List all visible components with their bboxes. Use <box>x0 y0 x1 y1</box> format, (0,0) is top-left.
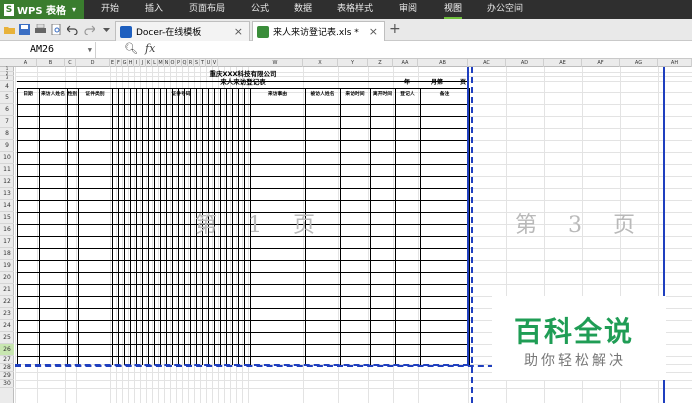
redo-icon[interactable] <box>84 24 95 35</box>
row-header-4[interactable]: 4 <box>0 81 14 92</box>
tab-visitor-register[interactable]: 来人来访登记表.xls * × <box>252 21 385 41</box>
save-icon[interactable] <box>19 24 30 35</box>
column-header-aa[interactable]: AA <box>393 59 418 67</box>
cell-reference: AM26 <box>30 44 55 55</box>
tab-label: 来人来访登记表.xls * <box>273 28 359 38</box>
row-header-27[interactable]: 27 <box>0 356 14 364</box>
chevron-down-icon: ▾ <box>72 5 77 14</box>
column-header-ab[interactable]: AB <box>418 59 468 67</box>
row-header-bar: 1 2 3 4 5 6 7 8 9 10 11 12 13 14 15 16 17 18 19 20 21 22 23 24 2… <box>0 66 14 403</box>
close-icon[interactable]: × <box>369 25 378 38</box>
row-header-7[interactable]: 7 <box>0 116 14 128</box>
row-header-12[interactable]: 12 <box>0 176 14 188</box>
wps-window: S WPS 表格 ▾ 开始 插入 页面布局 公式 数据 表格样式 审阅 视图 办… <box>0 0 692 403</box>
close-icon[interactable]: × <box>234 25 243 38</box>
row-header-9[interactable]: 9 <box>0 140 14 152</box>
menu-view[interactable]: 视图 <box>444 0 463 19</box>
row-header-25[interactable]: 25 <box>0 332 14 344</box>
print-icon[interactable] <box>35 24 46 35</box>
undo-icon[interactable] <box>67 24 78 35</box>
menu-bar: S WPS 表格 ▾ 开始 插入 页面布局 公式 数据 表格样式 审阅 视图 办… <box>0 0 692 19</box>
menu-page-layout[interactable]: 页面布局 <box>189 0 225 19</box>
row-header-30[interactable]: 30 <box>0 380 14 388</box>
docer-icon <box>120 25 132 38</box>
column-header-af[interactable]: AF <box>582 59 620 67</box>
open-folder-icon[interactable] <box>4 24 15 35</box>
row-header-20[interactable]: 20 <box>0 272 14 284</box>
row-header-11[interactable]: 11 <box>0 164 14 176</box>
menu-review[interactable]: 审阅 <box>399 0 417 19</box>
column-header-d[interactable]: D <box>76 59 110 67</box>
row-header-26[interactable]: 26 <box>0 343 14 356</box>
menu-table-style[interactable]: 表格样式 <box>337 0 373 19</box>
row-header-16[interactable]: 16 <box>0 224 14 236</box>
brand-watermark: 百科全说 助你轻松解决 <box>492 296 666 380</box>
row-header-24[interactable]: 24 <box>0 320 14 332</box>
chevron-down-icon[interactable]: ▼ <box>88 42 92 58</box>
name-box[interactable]: AM26 ▼ <box>0 42 96 58</box>
menu-start[interactable]: 开始 <box>101 0 119 19</box>
app-name: WPS 表格 <box>17 6 67 17</box>
wps-logo-icon: S <box>4 3 14 16</box>
column-header-ad[interactable]: AD <box>506 59 544 67</box>
app-menu-button[interactable]: S WPS 表格 ▾ <box>0 0 84 19</box>
tab-docer-templates[interactable]: Docer-在线模板 × <box>115 21 250 41</box>
column-header-b[interactable]: B <box>37 59 65 67</box>
row-header-19[interactable]: 19 <box>0 260 14 272</box>
new-tab-button[interactable]: + <box>389 21 401 37</box>
row-header-21[interactable]: 21 <box>0 284 14 296</box>
row-header-6[interactable]: 6 <box>0 104 14 116</box>
column-header-ac[interactable]: AC <box>468 59 506 67</box>
row-header-5[interactable]: 5 <box>0 92 14 104</box>
print-preview-icon[interactable] <box>51 24 62 35</box>
column-header-w[interactable]: W <box>248 59 303 67</box>
row-header-13[interactable]: 13 <box>0 188 14 200</box>
brand-subtitle: 助你轻松解决 <box>524 353 626 369</box>
row-header-8[interactable]: 8 <box>0 128 14 140</box>
row-header-18[interactable]: 18 <box>0 248 14 260</box>
column-header-ah[interactable]: AH <box>658 59 692 67</box>
row-header-15[interactable]: 15 <box>0 212 14 224</box>
brand-title: 百科全说 <box>514 315 635 348</box>
column-header-x[interactable]: X <box>303 59 338 67</box>
page-break-line <box>471 67 473 403</box>
tab-label: Docer-在线模板 <box>136 28 202 38</box>
column-header-v[interactable]: V <box>212 59 218 67</box>
page-break-border <box>15 67 469 366</box>
row-header-28[interactable]: 28 <box>0 364 14 372</box>
menu-data[interactable]: 数据 <box>294 0 312 19</box>
menu-office-space[interactable]: 办公空间 <box>487 0 523 19</box>
column-header-ae[interactable]: AE <box>544 59 582 67</box>
menu-insert[interactable]: 插入 <box>145 0 163 19</box>
page-watermark-3: 第 3 页 <box>515 213 647 238</box>
row-header-10[interactable]: 10 <box>0 152 14 164</box>
zoom-search-icon[interactable]: 🔍︎ <box>124 42 138 55</box>
formula-bar: AM26 ▼ 🔍︎ fx <box>0 41 692 59</box>
row-header-14[interactable]: 14 <box>0 200 14 212</box>
spreadsheet-file-icon <box>257 25 269 38</box>
insert-function-button[interactable]: fx <box>145 42 155 55</box>
row-header-17[interactable]: 17 <box>0 236 14 248</box>
row-header-23[interactable]: 23 <box>0 308 14 320</box>
column-header-c[interactable]: C <box>65 59 76 67</box>
menu-formula[interactable]: 公式 <box>251 0 269 19</box>
column-header-ag[interactable]: AG <box>620 59 658 67</box>
column-header-y[interactable]: Y <box>338 59 368 67</box>
column-header-a[interactable]: A <box>15 59 37 67</box>
tab-bar: Docer-在线模板 × 来人来访登记表.xls * × + <box>0 19 692 41</box>
row-header-29[interactable]: 29 <box>0 372 14 380</box>
column-header-bar: A B C D E F G H I J K L M N O P Q R S T U V W X Y Z AA AB AC AD AE AF AG… <box>0 59 692 67</box>
column-header-z[interactable]: Z <box>368 59 393 67</box>
row-header-22[interactable]: 22 <box>0 296 14 308</box>
customize-dropdown-icon[interactable] <box>101 24 112 35</box>
